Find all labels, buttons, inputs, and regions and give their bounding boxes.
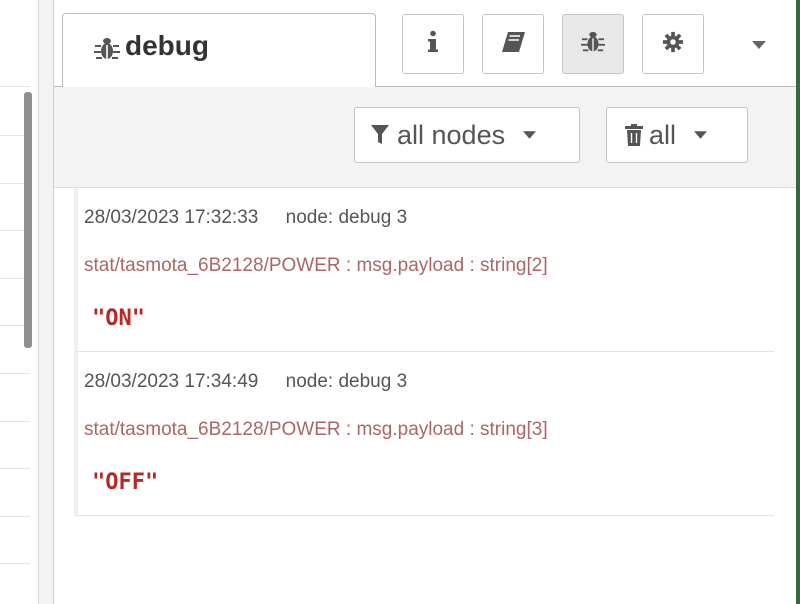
book-icon	[500, 31, 526, 58]
chevron-down-icon	[523, 131, 537, 139]
grid-line	[0, 468, 30, 469]
tab-debug[interactable]: debug	[62, 13, 376, 87]
message-timestamp: 28/03/2023 17:32:33	[84, 207, 259, 228]
message-meta: 28/03/2023 17:32:33 node: debug 3	[84, 207, 407, 229]
message-payload[interactable]: "ON"	[92, 306, 145, 331]
debug-message[interactable]: 28/03/2023 17:34:49 node: debug 3 stat/t…	[74, 352, 774, 516]
chevron-down-icon	[752, 36, 766, 54]
debug-tab-button[interactable]	[562, 14, 624, 74]
grid-line	[0, 421, 30, 422]
trash-icon	[625, 124, 643, 146]
filter-nodes-button[interactable]: all nodes	[354, 107, 580, 163]
message-node-link[interactable]: node: debug 3	[286, 371, 408, 392]
message-topic: stat/tasmota_6B2128/POWER : msg.payload …	[84, 255, 548, 276]
clear-all-button[interactable]: all	[606, 107, 748, 163]
grid-line	[0, 86, 30, 87]
bug-icon	[580, 30, 606, 59]
filter-icon	[371, 125, 389, 145]
info-tab-button[interactable]	[402, 14, 464, 74]
grid-line	[0, 563, 30, 564]
sidebar-menu-button[interactable]	[744, 30, 774, 60]
bug-icon	[93, 36, 121, 62]
debug-message-list: 28/03/2023 17:32:33 node: debug 3 stat/t…	[74, 188, 774, 516]
grid-line	[0, 516, 30, 517]
grid-line	[0, 373, 30, 374]
chevron-down-icon	[694, 131, 708, 139]
message-payload[interactable]: "OFF"	[92, 470, 158, 495]
sidebar-tabbar: debug	[54, 0, 796, 87]
gear-icon	[662, 31, 684, 58]
debug-sidebar: debug all nodes all 28/03/2023 17:32:33 …	[54, 0, 796, 604]
debug-toolbar: all nodes all	[54, 87, 796, 188]
message-meta: 28/03/2023 17:34:49 node: debug 3	[84, 371, 407, 393]
help-tab-button[interactable]	[482, 14, 544, 74]
config-tab-button[interactable]	[642, 14, 704, 74]
filter-nodes-label: all nodes	[397, 119, 506, 150]
tab-label: debug	[125, 30, 209, 61]
sidebar-splitter[interactable]	[39, 0, 54, 604]
canvas-scrollbar[interactable]	[24, 92, 32, 348]
message-node-link[interactable]: node: debug 3	[286, 207, 408, 228]
message-topic: stat/tasmota_6B2128/POWER : msg.payload …	[84, 419, 548, 440]
window-edge	[796, 0, 800, 604]
clear-all-label: all	[649, 119, 677, 150]
info-icon	[425, 30, 441, 59]
debug-message[interactable]: 28/03/2023 17:32:33 node: debug 3 stat/t…	[74, 188, 774, 352]
flow-canvas-edge[interactable]	[0, 0, 39, 604]
message-timestamp: 28/03/2023 17:34:49	[84, 371, 259, 392]
